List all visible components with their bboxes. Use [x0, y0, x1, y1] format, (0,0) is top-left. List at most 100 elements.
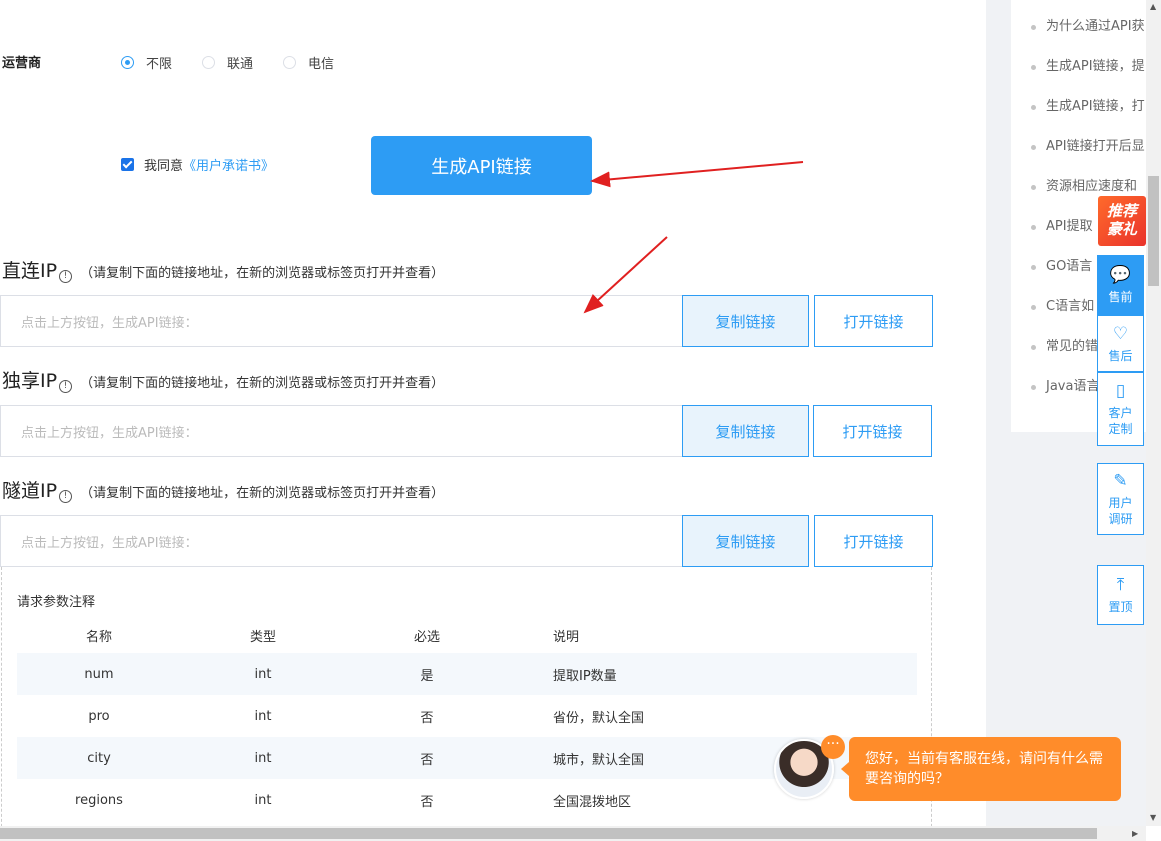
header-cell: 必选: [413, 629, 440, 645]
radio-label: 电信: [308, 57, 335, 72]
faq-item-label: 为什么通过API获: [1046, 19, 1145, 34]
faq-item-label: 生成API链接，打: [1046, 99, 1145, 114]
agreement-row: 我同意 《用户承诺书》: [121, 155, 274, 174]
agreement-text: 我同意: [144, 159, 184, 174]
header-cell: 类型: [249, 629, 276, 645]
copy-link-button[interactable]: 复制链接: [682, 405, 809, 457]
header-cell: 名称: [85, 629, 112, 645]
chat-icon: 💬: [1109, 265, 1132, 285]
info-icon: !: [59, 380, 73, 393]
faq-item[interactable]: 为什么通过API获: [1011, 17, 1146, 57]
chat-dots-icon: ···: [821, 735, 845, 759]
section-title-exclusive: 独享IP ! （请复制下面的链接地址，在新的浏览器或标签页打开并查看）: [2, 366, 444, 393]
cell: int: [254, 666, 272, 682]
copy-link-button[interactable]: 复制链接: [682, 295, 809, 347]
cell: int: [254, 750, 272, 766]
cell: 否: [420, 794, 434, 810]
custom-button[interactable]: ▯ 客户定制: [1097, 372, 1144, 446]
section-note: （请复制下面的链接地址，在新的浏览器或标签页打开并查看）: [80, 486, 445, 501]
presales-button[interactable]: 💬 售前: [1097, 255, 1144, 315]
chat-bubble[interactable]: 您好，当前有客服在线，请问有什么需要咨询的吗？: [841, 737, 1121, 801]
faq-item[interactable]: 生成API链接，打: [1011, 97, 1146, 137]
scroll-right-arrow-icon[interactable]: ▶: [1132, 829, 1138, 838]
arrow-up-icon: ⤒: [1116, 575, 1125, 595]
scrollbar-thumb[interactable]: [0, 828, 1097, 839]
cell: regions: [75, 792, 123, 808]
cell: int: [254, 792, 272, 808]
scrollbar-thumb[interactable]: [1148, 176, 1159, 286]
cell: num: [84, 666, 114, 682]
cell: 提取IP数量: [553, 668, 617, 684]
cell: 否: [420, 752, 434, 768]
cell: 是: [420, 668, 434, 684]
cell: city: [87, 750, 111, 766]
tool-label: 用户调研: [1108, 496, 1133, 526]
back-to-top-button[interactable]: ⤒ 置顶: [1097, 565, 1144, 625]
open-link-button[interactable]: 打开链接: [814, 295, 933, 347]
faq-item[interactable]: API链接打开后显: [1011, 137, 1146, 177]
operator-row: 运营商 不限 联通 电信: [0, 50, 500, 72]
radio-dot: [121, 56, 134, 69]
radio-unicom[interactable]: 联通: [202, 53, 253, 72]
faq-item-label: API链接打开后显: [1046, 139, 1145, 154]
open-link-button[interactable]: 打开链接: [813, 405, 932, 457]
device-icon: ▯: [1115, 381, 1126, 401]
agreement-checkbox[interactable]: [121, 158, 134, 171]
section-title-tunnel: 隧道IP ! （请复制下面的链接地址，在新的浏览器或标签页打开并查看）: [2, 476, 444, 503]
faq-item-label: C语言如: [1046, 299, 1095, 314]
section-heading: 直连IP: [2, 260, 58, 282]
radio-dot: [283, 56, 296, 69]
faq-item-label: 资源相应速度和: [1046, 179, 1138, 194]
operator-label: 运营商: [2, 56, 42, 71]
table-row: num int 是 提取IP数量: [17, 653, 917, 695]
scroll-down-arrow-icon[interactable]: ▼: [1150, 813, 1156, 822]
table-header: 名称 类型 必选 说明: [17, 617, 917, 653]
vertical-scrollbar[interactable]: ▲ ▼: [1146, 0, 1161, 826]
promo-line: 推荐: [1106, 202, 1137, 220]
faq-item-label: GO语言: [1046, 259, 1093, 274]
api-link-input[interactable]: 点击上方按钮，生成API链接：: [0, 405, 682, 457]
table-row: pro int 否 省份，默认全国: [17, 695, 917, 737]
edit-icon: ✎: [1113, 471, 1128, 491]
section-note: （请复制下面的链接地址，在新的浏览器或标签页打开并查看）: [80, 376, 445, 391]
params-title: 请求参数注释: [17, 595, 96, 610]
radio-dot: [202, 56, 215, 69]
info-icon: !: [59, 490, 73, 503]
api-link-input[interactable]: 点击上方按钮，生成API链接：: [0, 515, 682, 567]
radio-unlimited[interactable]: 不限: [121, 53, 172, 72]
scroll-up-arrow-icon[interactable]: ▲: [1150, 2, 1156, 11]
horizontal-scrollbar[interactable]: ▶: [0, 826, 1146, 841]
survey-button[interactable]: ✎ 用户调研: [1097, 463, 1144, 535]
radio-label: 联通: [227, 57, 254, 72]
agreement-link[interactable]: 《用户承诺书》: [183, 155, 274, 174]
promo-gift-badge[interactable]: 推荐 豪礼: [1098, 196, 1146, 246]
tool-label: 置顶: [1108, 600, 1133, 614]
tool-label: 售后: [1108, 348, 1133, 363]
heart-icon: ♡: [1112, 323, 1129, 344]
section-heading: 隧道IP: [2, 480, 58, 502]
copy-link-button[interactable]: 复制链接: [682, 515, 809, 567]
cell: 否: [420, 710, 434, 726]
faq-item-label: API提取: [1046, 219, 1093, 234]
section-note: （请复制下面的链接地址，在新的浏览器或标签页打开并查看）: [80, 266, 445, 281]
faq-item-label: 常见的错: [1046, 339, 1099, 354]
main-content: 运营商 不限 联通 电信 我同意 《用户承诺书》 生成API链接 直连IP ! …: [0, 0, 986, 826]
tool-label: 客户定制: [1108, 406, 1133, 436]
aftersales-button[interactable]: ♡ 售后: [1097, 315, 1144, 372]
promo-line: 豪礼: [1106, 220, 1137, 238]
faq-item[interactable]: 生成API链接，提: [1011, 57, 1146, 97]
radio-label: 不限: [146, 57, 173, 72]
api-link-input[interactable]: 点击上方按钮，生成API链接：: [0, 295, 682, 347]
tool-label: 售前: [1108, 290, 1133, 304]
cell: int: [254, 708, 272, 724]
info-icon: !: [59, 270, 73, 283]
section-heading: 独享IP: [2, 370, 58, 392]
cell: 省份，默认全国: [553, 710, 645, 726]
cell: pro: [88, 708, 110, 724]
generate-api-button[interactable]: 生成API链接: [371, 136, 592, 195]
faq-item-label: 生成API链接，提: [1046, 59, 1145, 74]
header-cell: 说明: [553, 629, 580, 645]
open-link-button[interactable]: 打开链接: [814, 515, 933, 567]
section-title-direct: 直连IP ! （请复制下面的链接地址，在新的浏览器或标签页打开并查看）: [2, 256, 444, 283]
radio-telecom[interactable]: 电信: [283, 53, 334, 72]
